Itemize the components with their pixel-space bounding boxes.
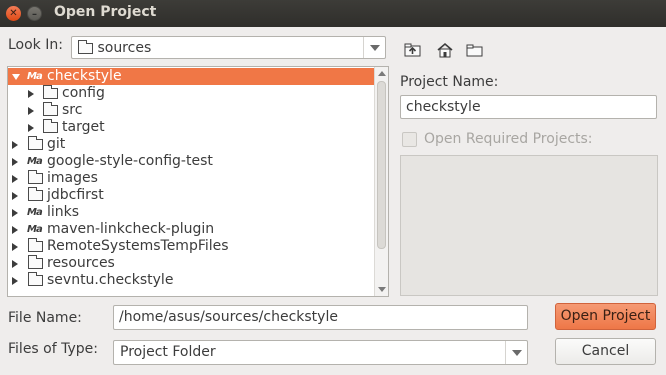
expand-right-icon[interactable] bbox=[28, 107, 34, 115]
tree-item-target[interactable]: target bbox=[8, 118, 375, 136]
folder-icon bbox=[43, 101, 58, 116]
file-name-label: File Name: bbox=[8, 310, 82, 326]
folder-icon bbox=[28, 271, 43, 286]
tree-item-links[interactable]: Ma links bbox=[8, 204, 375, 221]
up-one-level-icon[interactable] bbox=[404, 42, 424, 58]
expand-right-icon[interactable] bbox=[12, 243, 18, 251]
expand-right-icon[interactable] bbox=[28, 90, 34, 98]
home-icon[interactable] bbox=[436, 42, 456, 58]
tree-item-jdbcfirst[interactable]: jdbcfirst bbox=[8, 186, 375, 204]
expand-right-icon[interactable] bbox=[12, 158, 18, 166]
look-in-label: Look In: bbox=[8, 37, 63, 53]
tree-vertical-scrollbar[interactable] bbox=[374, 67, 388, 296]
files-of-type-label: Files of Type: bbox=[8, 341, 98, 357]
expand-down-icon[interactable] bbox=[12, 74, 20, 80]
project-tree[interactable]: Ma checkstyle config src target git Ma g… bbox=[7, 66, 389, 297]
title-bar: ✕ – Open Project bbox=[0, 0, 666, 27]
tree-item-google-style-config-test[interactable]: Ma google-style-config-test bbox=[8, 153, 375, 170]
expand-right-icon[interactable] bbox=[12, 277, 18, 285]
folder-icon bbox=[43, 118, 58, 133]
close-window-button[interactable]: ✕ bbox=[6, 6, 21, 21]
tree-item-maven-linkcheck-plugin[interactable]: Ma maven-linkcheck-plugin bbox=[8, 221, 375, 238]
tree-item-sevntu-checkstyle[interactable]: sevntu.checkstyle bbox=[8, 271, 375, 289]
expand-right-icon[interactable] bbox=[12, 192, 18, 200]
look-in-value: sources bbox=[97, 40, 152, 56]
files-of-type-combo[interactable]: Project Folder bbox=[113, 340, 528, 365]
maven-icon: Ma bbox=[27, 224, 43, 235]
tree-item-git[interactable]: git bbox=[8, 135, 375, 153]
tree-item-resources[interactable]: resources bbox=[8, 254, 375, 272]
expand-right-icon[interactable] bbox=[12, 226, 18, 234]
expand-right-icon[interactable] bbox=[12, 260, 18, 268]
expand-right-icon[interactable] bbox=[12, 209, 18, 217]
scroll-up-icon[interactable] bbox=[378, 71, 386, 76]
maven-icon: Ma bbox=[27, 207, 43, 218]
chevron-down-icon[interactable] bbox=[505, 341, 527, 364]
file-name-field[interactable]: /home/asus/sources/checkstyle bbox=[113, 305, 528, 330]
scroll-down-icon[interactable] bbox=[378, 287, 386, 292]
minimize-window-button[interactable]: – bbox=[27, 6, 42, 21]
look-in-combo[interactable]: sources bbox=[71, 36, 386, 59]
new-folder-icon[interactable] bbox=[466, 42, 486, 58]
maven-icon: Ma bbox=[27, 156, 43, 167]
required-projects-list bbox=[400, 155, 658, 296]
files-of-type-value: Project Folder bbox=[120, 344, 216, 360]
project-name-field[interactable]: checkstyle bbox=[400, 95, 657, 119]
cancel-button[interactable]: Cancel bbox=[555, 338, 656, 365]
maven-icon: Ma bbox=[27, 71, 43, 82]
open-project-button[interactable]: Open Project bbox=[555, 303, 656, 330]
scrollbar-thumb[interactable] bbox=[377, 81, 386, 249]
tree-item-checkstyle[interactable]: Ma checkstyle bbox=[8, 68, 375, 85]
open-required-projects-label: Open Required Projects: bbox=[424, 131, 593, 147]
expand-right-icon[interactable] bbox=[12, 141, 18, 149]
tree-item-src[interactable]: src bbox=[8, 101, 375, 119]
folder-icon bbox=[28, 169, 43, 184]
folder-icon bbox=[28, 254, 43, 269]
folder-icon bbox=[28, 135, 43, 150]
tree-item-images[interactable]: images bbox=[8, 169, 375, 187]
tree-item-remotesystemstempfiles[interactable]: RemoteSystemsTempFiles bbox=[8, 237, 375, 255]
window-title: Open Project bbox=[54, 4, 157, 20]
folder-icon bbox=[28, 237, 43, 252]
project-name-label: Project Name: bbox=[400, 74, 499, 90]
expand-right-icon[interactable] bbox=[28, 124, 34, 132]
chevron-down-icon[interactable] bbox=[363, 37, 385, 58]
folder-icon bbox=[28, 186, 43, 201]
folder-icon bbox=[43, 84, 58, 99]
expand-right-icon[interactable] bbox=[12, 175, 18, 183]
folder-icon bbox=[78, 39, 93, 54]
open-required-projects-checkbox[interactable] bbox=[402, 132, 417, 147]
tree-item-config[interactable]: config bbox=[8, 84, 375, 102]
